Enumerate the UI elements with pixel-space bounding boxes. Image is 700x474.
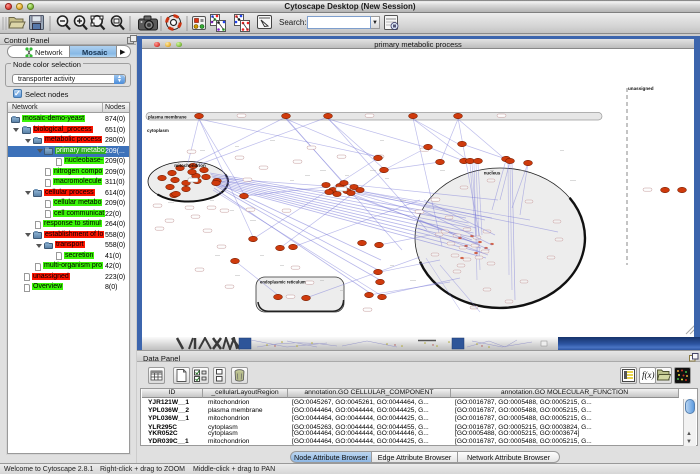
svg-text:nucleus: nucleus	[484, 171, 501, 176]
svg-text:unassigned: unassigned	[628, 86, 654, 91]
svg-text:endoplasmic reticulum: endoplasmic reticulum	[260, 280, 306, 285]
svg-text:cytoplasm: cytoplasm	[147, 128, 169, 133]
svg-text:mitochondrion: mitochondrion	[174, 163, 206, 168]
svg-text:plasma membrane: plasma membrane	[148, 114, 187, 119]
